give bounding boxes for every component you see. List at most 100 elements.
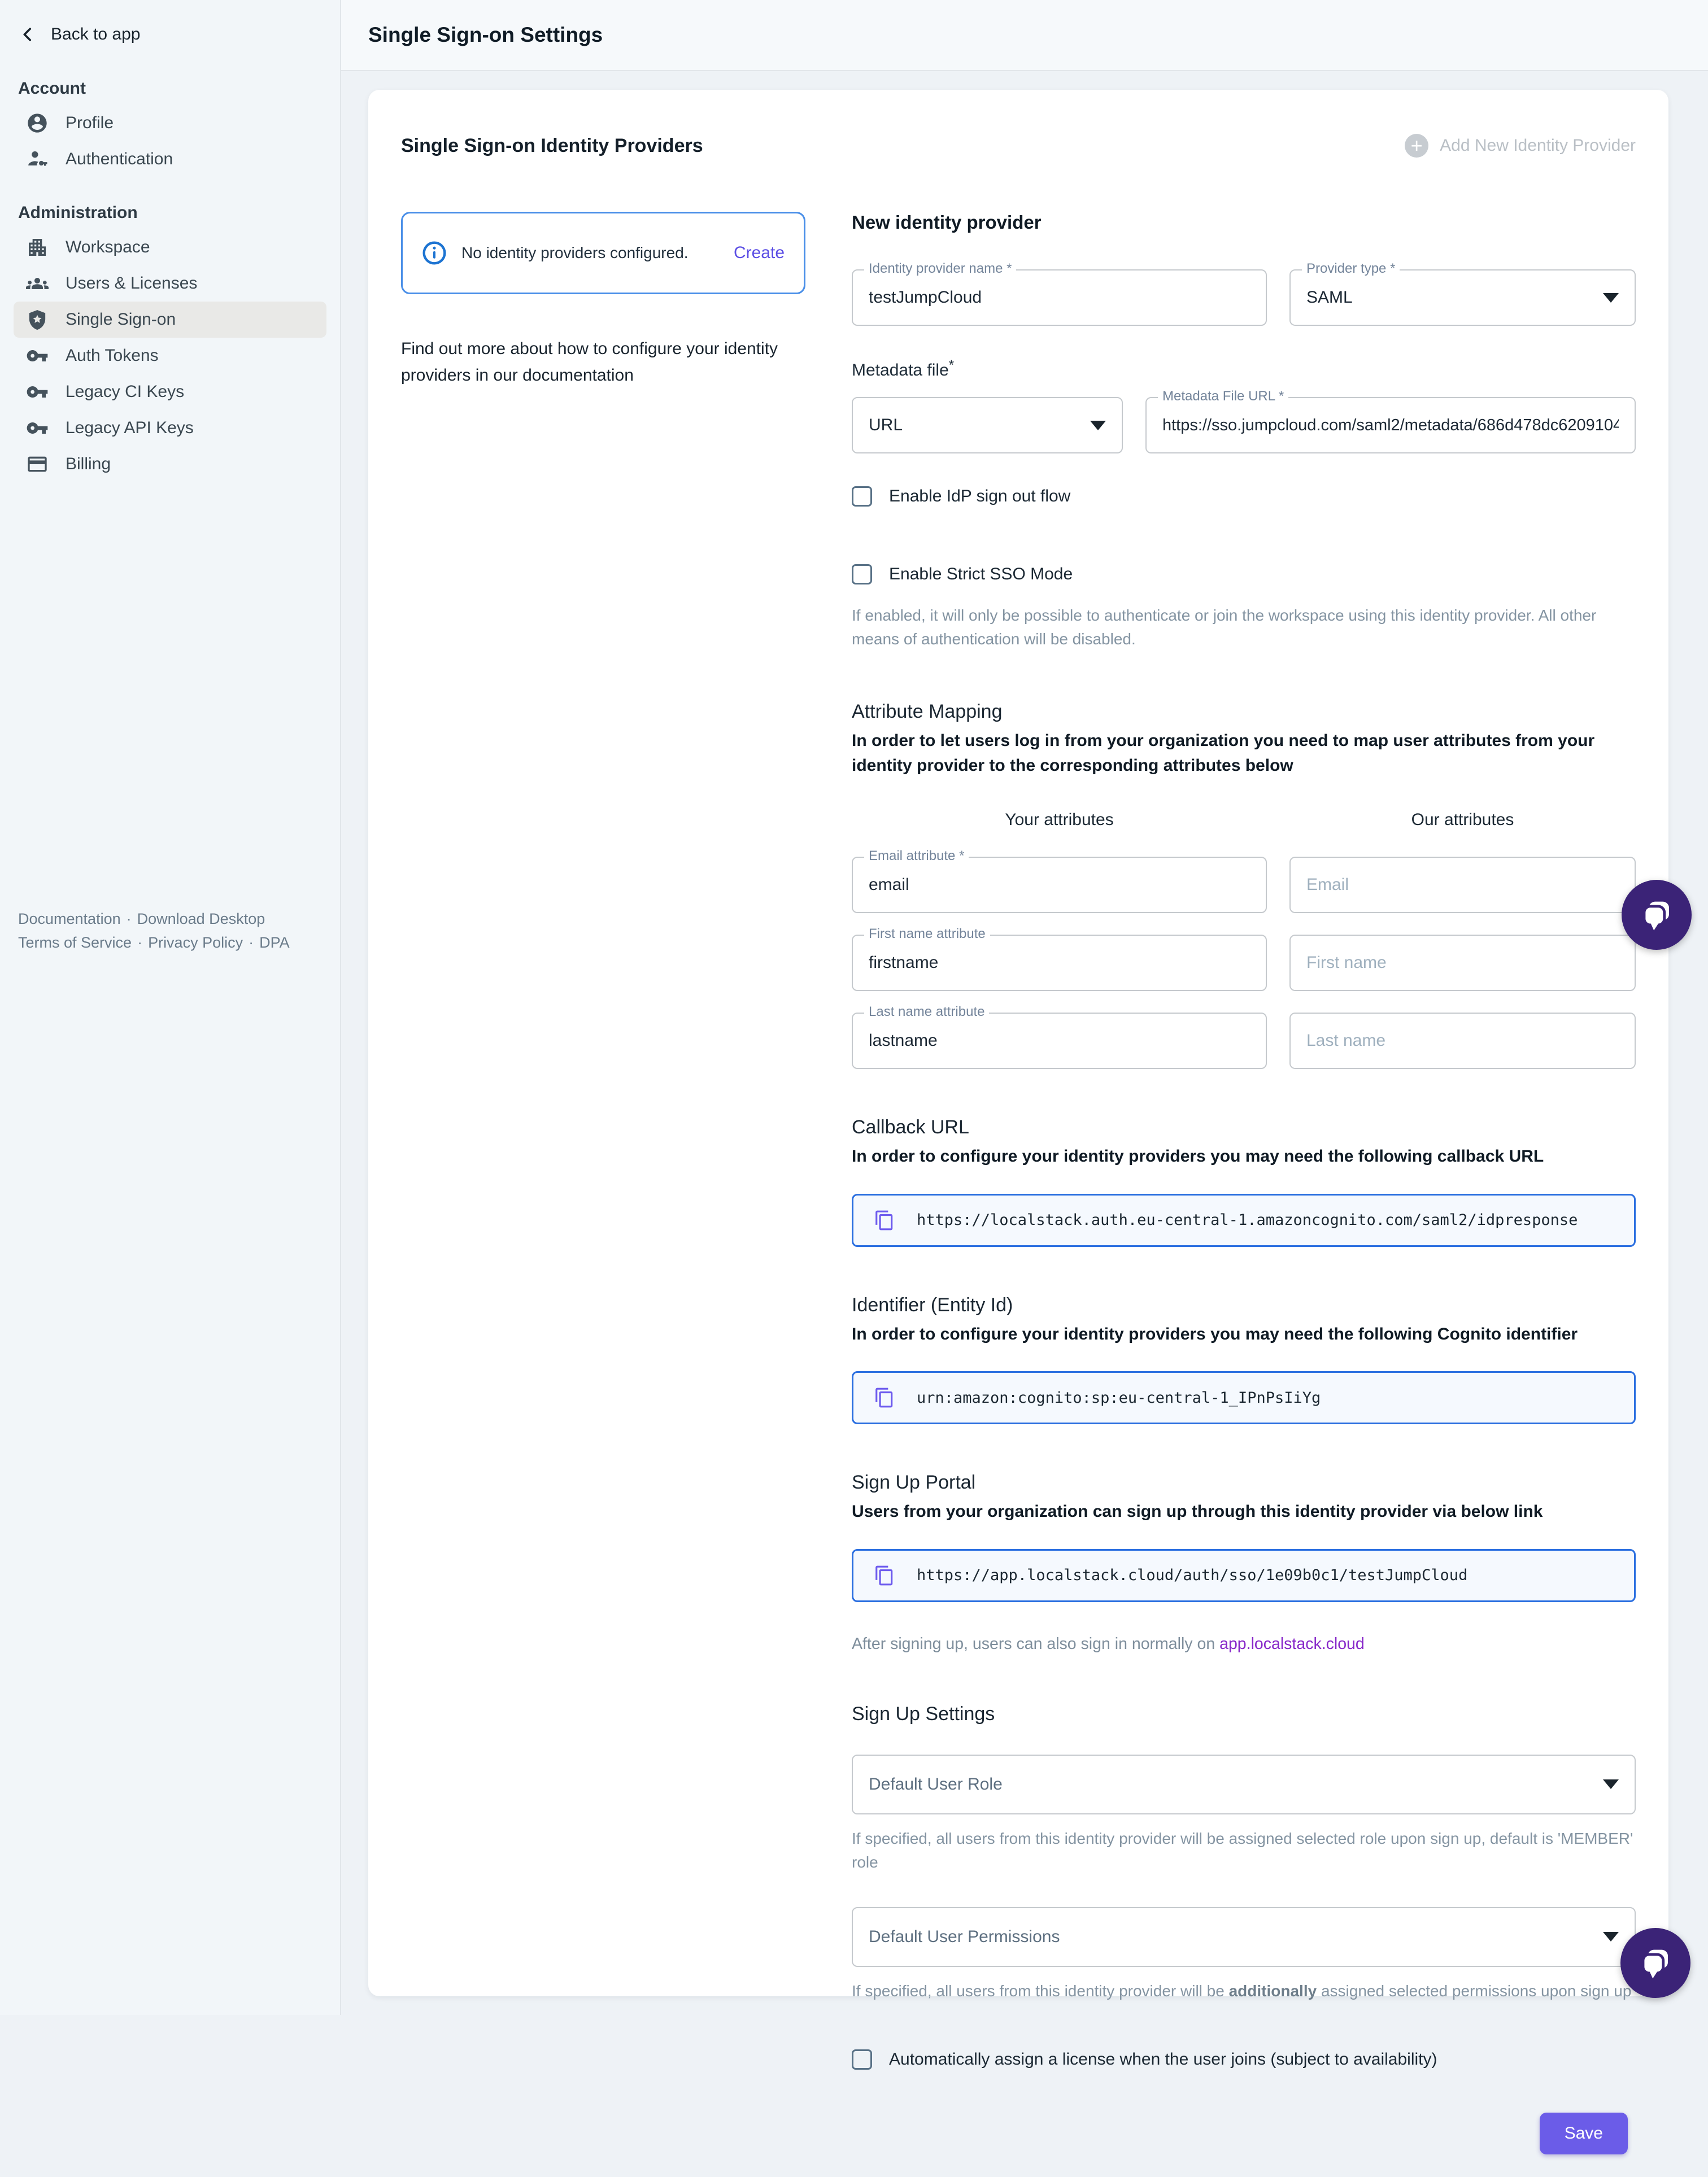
sidebar-item-label: Workspace [66, 238, 150, 257]
signin-note: After signing up, users can also sign in… [852, 1635, 1636, 1654]
credit-card-icon [26, 453, 49, 475]
signup-portal-value: https://app.localstack.cloud/auth/sso/1e… [917, 1567, 1467, 1584]
sidebar-item-single-sign-on[interactable]: Single Sign-on [14, 302, 326, 338]
email-target-field [1289, 857, 1636, 913]
signup-portal-heading: Sign Up Portal [852, 1472, 1636, 1494]
metadata-file-url-input[interactable] [1162, 416, 1619, 435]
chat-icon [1638, 896, 1675, 933]
documentation-link[interactable]: Documentation [18, 910, 121, 927]
sidebar-item-billing[interactable]: Billing [14, 446, 326, 482]
sidebar-footer: Documentation·Download Desktop Terms of … [18, 907, 290, 954]
no-providers-alert: No identity providers configured. Create [401, 212, 805, 294]
add-new-identity-provider-button[interactable]: + Add New Identity Provider [1405, 134, 1636, 158]
create-link[interactable]: Create [734, 243, 785, 263]
sidebar-item-label: Billing [66, 455, 111, 474]
download-desktop-link[interactable]: Download Desktop [137, 910, 265, 927]
metadata-file-url-field[interactable]: Metadata File URL * [1145, 397, 1636, 453]
sidebar-item-authentication[interactable]: Authentication [14, 141, 326, 177]
firstname-attribute-label: First name attribute [864, 926, 990, 942]
save-button[interactable]: Save [1540, 2113, 1628, 2154]
identity-provider-name-input[interactable] [869, 288, 1250, 307]
sidebar-item-legacy-ci-keys[interactable]: Legacy CI Keys [14, 374, 326, 410]
chat-widget-button[interactable] [1620, 1928, 1690, 1998]
key-icon [26, 381, 49, 403]
copy-icon[interactable] [874, 1387, 895, 1408]
metadata-file-url-label: Metadata File URL * [1158, 389, 1288, 404]
callback-url-heading: Callback URL [852, 1116, 1636, 1138]
default-user-permissions-value: Default User Permissions [869, 1927, 1060, 1947]
identity-provider-name-field[interactable]: Identity provider name * [852, 269, 1267, 326]
attribute-mapping-heading: Attribute Mapping [852, 701, 1636, 723]
lastname-attribute-input[interactable] [869, 1031, 1250, 1050]
email-attribute-row: Email attribute * [852, 857, 1636, 913]
lastname-attribute-field[interactable]: Last name attribute [852, 1013, 1267, 1069]
sidebar-item-profile[interactable]: Profile [14, 105, 326, 141]
email-attribute-input[interactable] [869, 875, 1250, 895]
back-to-app-button[interactable]: Back to app [18, 25, 340, 44]
firstname-attribute-input[interactable] [869, 953, 1250, 972]
sidebar-item-label: Legacy API Keys [66, 418, 194, 438]
sidebar-item-label: Legacy CI Keys [66, 382, 184, 402]
sidebar-item-auth-tokens[interactable]: Auth Tokens [14, 338, 326, 374]
default-user-permissions-select[interactable]: Default User Permissions [852, 1907, 1636, 1967]
identity-provider-name-label: Identity provider name * [864, 261, 1016, 277]
sidebar-section-account: Account [18, 79, 322, 98]
attribute-mapping-description: In order to let users log in from your o… [852, 728, 1636, 778]
chat-widget-button[interactable] [1622, 880, 1692, 950]
chevron-down-icon [1603, 1779, 1619, 1789]
our-attributes-header: Our attributes [1289, 810, 1636, 830]
main-area: Single Sign-on Settings Single Sign-on I… [341, 0, 1708, 2015]
signup-portal-description: Users from your organization can sign up… [852, 1499, 1636, 1524]
callback-url-copybox: https://localstack.auth.eu-central-1.ama… [852, 1194, 1636, 1247]
firstname-target-field [1289, 935, 1636, 991]
sidebar-item-label: Profile [66, 114, 114, 133]
your-attributes-header: Your attributes [852, 810, 1267, 830]
docs-hint-text: Find out more about how to configure you… [401, 336, 805, 389]
provider-type-select[interactable]: Provider type * SAML [1289, 269, 1636, 326]
shield-star-icon [26, 308, 49, 331]
auto-license-checkbox[interactable] [852, 2049, 872, 2070]
sidebar-item-users-licenses[interactable]: Users & Licenses [14, 265, 326, 302]
form-title: New identity provider [852, 212, 1636, 233]
callback-url-value: https://localstack.auth.eu-central-1.ama… [917, 1211, 1578, 1229]
identifier-copybox: urn:amazon:cognito:sp:eu-central-1_IPnPs… [852, 1371, 1636, 1424]
role-helper-text: If specified, all users from this identi… [852, 1827, 1636, 1874]
key-icon [26, 344, 49, 367]
app-localstack-cloud-link[interactable]: app.localstack.cloud [1219, 1635, 1365, 1653]
sidebar-item-label: Authentication [66, 150, 173, 169]
building-icon [26, 236, 49, 259]
copy-icon[interactable] [874, 1565, 895, 1586]
callback-url-description: In order to configure your identity prov… [852, 1144, 1636, 1169]
strict-sso-checkbox[interactable] [852, 564, 872, 584]
privacy-policy-link[interactable]: Privacy Policy [148, 934, 243, 951]
email-target-input [1306, 875, 1619, 895]
sidebar-item-workspace[interactable]: Workspace [14, 229, 326, 265]
chevron-down-icon [1603, 293, 1619, 303]
metadata-source-value: URL [869, 416, 903, 435]
sidebar-section-administration: Administration [18, 203, 322, 223]
key-icon [26, 417, 49, 439]
strict-sso-checkbox-row: Enable Strict SSO Mode [852, 564, 1636, 584]
default-user-role-select[interactable]: Default User Role [852, 1755, 1636, 1814]
new-provider-form: New identity provider Identity provider … [852, 212, 1636, 2177]
lastname-target-field [1289, 1013, 1636, 1069]
auto-license-checkbox-row: Automatically assign a license when the … [852, 2049, 1636, 2070]
copy-icon[interactable] [874, 1210, 895, 1231]
provider-type-label: Provider type * [1302, 261, 1400, 277]
identifier-description: In order to configure your identity prov… [852, 1322, 1636, 1347]
chevron-down-icon [1090, 421, 1106, 430]
terms-of-service-link[interactable]: Terms of Service [18, 934, 132, 951]
metadata-source-select[interactable]: URL [852, 397, 1123, 453]
dpa-link[interactable]: DPA [259, 934, 290, 951]
page-header: Single Sign-on Settings [341, 0, 1708, 71]
signup-portal-copybox: https://app.localstack.cloud/auth/sso/1e… [852, 1549, 1636, 1602]
firstname-attribute-field[interactable]: First name attribute [852, 935, 1267, 991]
firstname-attribute-row: First name attribute [852, 935, 1636, 991]
idp-signout-label: Enable IdP sign out flow [889, 487, 1070, 506]
add-new-identity-provider-label: Add New Identity Provider [1440, 136, 1636, 155]
email-attribute-field[interactable]: Email attribute * [852, 857, 1267, 913]
idp-signout-checkbox[interactable] [852, 486, 872, 507]
permissions-helper-text: If specified, all users from this identi… [852, 1979, 1636, 2003]
metadata-file-label: Metadata file* [852, 357, 1636, 380]
sidebar-item-legacy-api-keys[interactable]: Legacy API Keys [14, 410, 326, 446]
